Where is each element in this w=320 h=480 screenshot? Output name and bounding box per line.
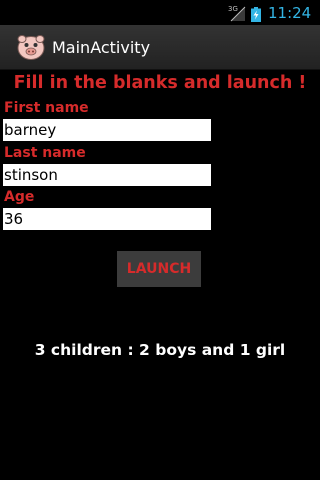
action-bar: MainActivity — [0, 25, 320, 70]
first-name-field[interactable] — [3, 119, 211, 141]
activity-title: MainActivity — [52, 38, 151, 57]
last-name-field[interactable] — [3, 164, 211, 186]
result-text: 3 children : 2 boys and 1 girl — [34, 341, 286, 359]
app-launcher-icon[interactable] — [16, 33, 46, 61]
age-field[interactable] — [3, 208, 211, 230]
battery-charging-icon — [251, 7, 261, 22]
launch-button[interactable]: LAUNCH — [117, 251, 201, 287]
signal-icon: 3G — [228, 5, 246, 22]
first-name-label: First name — [4, 100, 89, 116]
status-clock: 11:24 — [268, 4, 312, 22]
status-bar: 3G 11:24 — [0, 0, 320, 25]
age-label: Age — [4, 189, 35, 205]
last-name-label: Last name — [4, 145, 86, 161]
form-heading: Fill in the blanks and launch ! — [13, 73, 307, 93]
